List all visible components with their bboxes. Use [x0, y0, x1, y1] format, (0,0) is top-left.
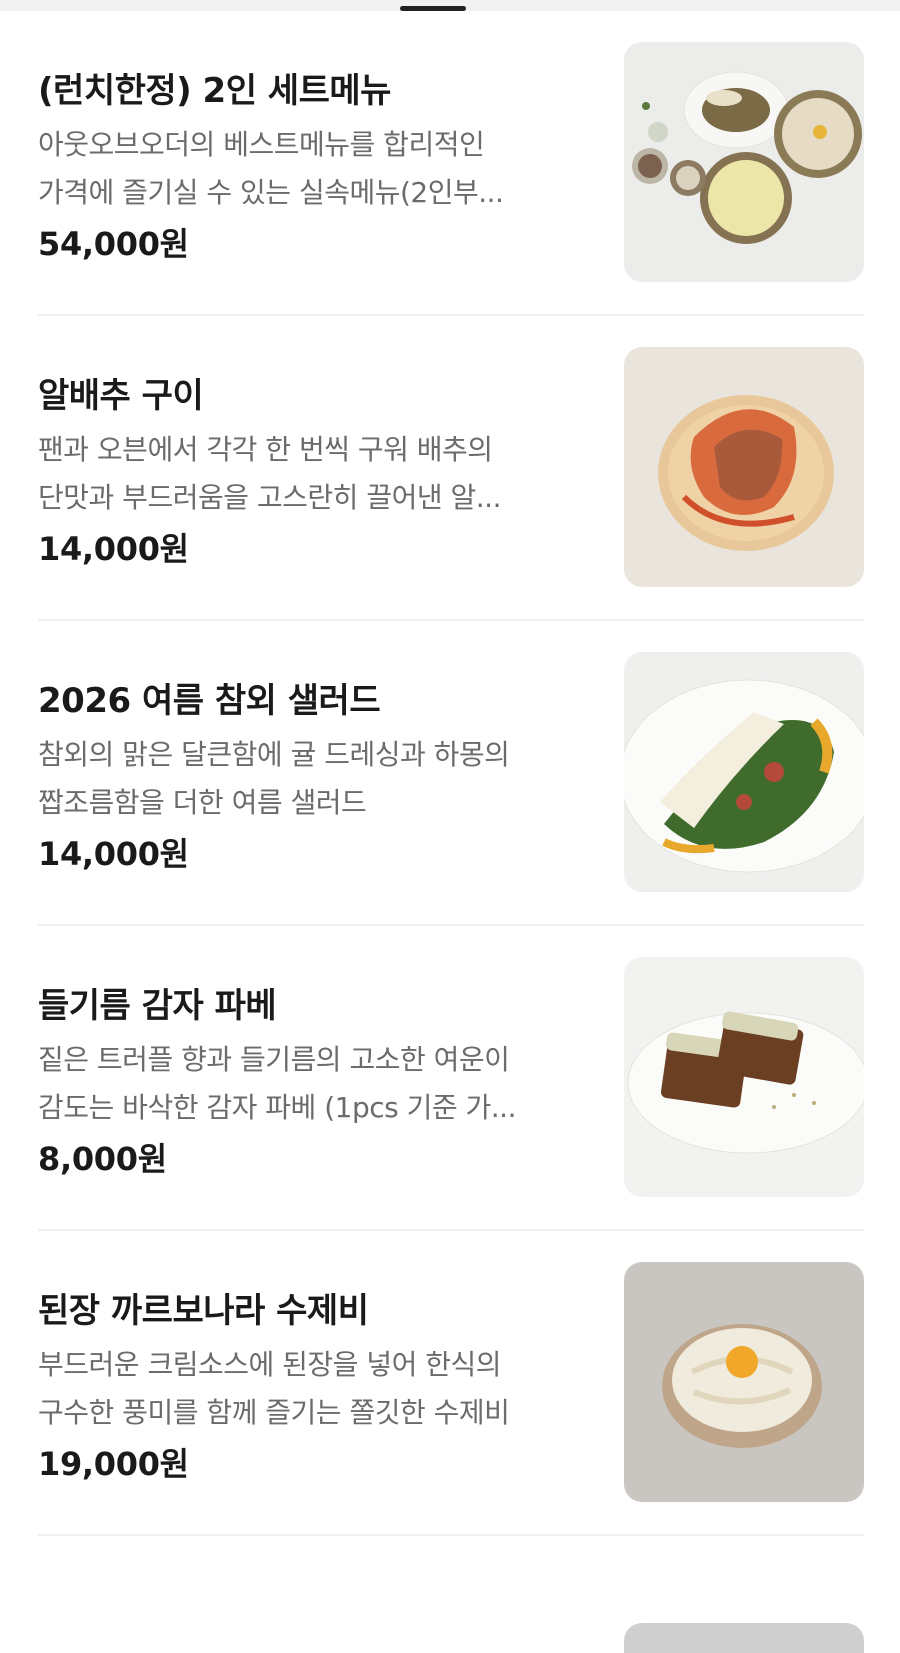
- menu-item-description: 팬과 오븐에서 각각 한 번씩 구워 배추의 단맛과 부드러움을 고스란히 끌어…: [38, 426, 578, 522]
- next-menu-item-image-peek: [624, 1623, 864, 1653]
- menu-list: (런치한정) 2인 세트메뉴 아웃오브오더의 베스트메뉴를 합리적인 가격에 즐…: [0, 11, 900, 1536]
- menu-item-description: 부드러운 크림소스에 된장을 넣어 한식의 구수한 풍미를 함께 즐기는 쫄깃한…: [38, 1341, 578, 1437]
- menu-item-image[interactable]: [624, 42, 864, 282]
- divider: [38, 1534, 864, 1536]
- description-line: 짭조름함을 더한 여름 샐러드: [38, 786, 367, 819]
- menu-item-description: 짙은 트러플 향과 들기름의 고소한 여운이 감도는 바삭한 감자 파베 (1p…: [38, 1036, 578, 1132]
- menu-item-price: 8,000원: [38, 1140, 167, 1178]
- description-line: 아웃오브오더의 베스트메뉴를 합리적인: [38, 128, 485, 161]
- menu-item-image[interactable]: [624, 1262, 864, 1502]
- menu-item-image[interactable]: [624, 652, 864, 892]
- menu-item-title: 들기름 감자 파베: [38, 986, 277, 1026]
- menu-item[interactable]: 2026 여름 참외 샐러드 참외의 맑은 달큰함에 귤 드레싱과 하몽의 짭조…: [0, 621, 900, 926]
- menu-item[interactable]: 알배추 구이 팬과 오븐에서 각각 한 번씩 구워 배추의 단맛과 부드러움을 …: [0, 316, 900, 621]
- menu-item-title: 된장 까르보나라 수제비: [38, 1291, 369, 1331]
- menu-item-price: 14,000원: [38, 530, 189, 568]
- description-line: 가격에 즐기실 수 있는 실속메뉴(2인부...: [38, 176, 504, 209]
- menu-item-title: 알배추 구이: [38, 376, 204, 416]
- menu-item-price: 14,000원: [38, 835, 189, 873]
- menu-item-price: 54,000원: [38, 225, 189, 263]
- menu-item-description: 참외의 맑은 달큰함에 귤 드레싱과 하몽의 짭조름함을 더한 여름 샐러드: [38, 731, 578, 827]
- description-line: 단맛과 부드러움을 고스란히 끌어낸 알...: [38, 481, 501, 514]
- description-line: 팬과 오븐에서 각각 한 번씩 구워 배추의: [38, 433, 493, 466]
- description-line: 감도는 바삭한 감자 파베 (1pcs 기준 가...: [38, 1091, 516, 1124]
- menu-item-image[interactable]: [624, 957, 864, 1197]
- menu-item-title: 2026 여름 참외 샐러드: [38, 681, 381, 721]
- menu-item-description: 아웃오브오더의 베스트메뉴를 합리적인 가격에 즐기실 수 있는 실속메뉴(2인…: [38, 121, 578, 217]
- description-line: 참외의 맑은 달큰함에 귤 드레싱과 하몽의: [38, 738, 510, 771]
- description-line: 구수한 풍미를 함께 즐기는 쫄깃한 수제비: [38, 1396, 510, 1429]
- description-line: 부드러운 크림소스에 된장을 넣어 한식의: [38, 1348, 502, 1381]
- menu-item[interactable]: 된장 까르보나라 수제비 부드러운 크림소스에 된장을 넣어 한식의 구수한 풍…: [0, 1231, 900, 1536]
- menu-item-image[interactable]: [624, 347, 864, 587]
- description-line: 짙은 트러플 향과 들기름의 고소한 여운이: [38, 1043, 510, 1076]
- menu-item-title: (런치한정) 2인 세트메뉴: [38, 71, 391, 111]
- menu-item-price: 19,000원: [38, 1445, 189, 1483]
- menu-item[interactable]: 들기름 감자 파베 짙은 트러플 향과 들기름의 고소한 여운이 감도는 바삭한…: [0, 926, 900, 1231]
- menu-item[interactable]: (런치한정) 2인 세트메뉴 아웃오브오더의 베스트메뉴를 합리적인 가격에 즐…: [0, 11, 900, 316]
